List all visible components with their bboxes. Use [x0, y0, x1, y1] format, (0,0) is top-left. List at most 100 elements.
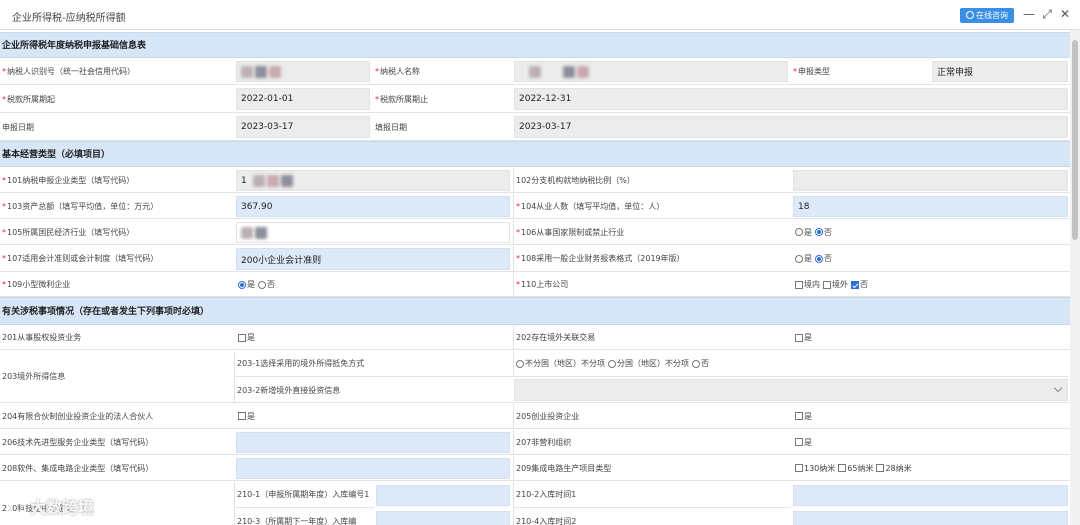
row-204: 204有限合伙制创业投资企业的法人合伙人 是 205创业投资企业 是	[0, 404, 1070, 429]
section-tax-matters-title: 有关涉税事项情况（存在或者发生下列事项时必填）	[0, 297, 1070, 325]
f106-no-option[interactable]: 否	[815, 227, 832, 238]
f206-label: 206技术先进型服务企业类型（填写代码）	[2, 437, 154, 447]
period-start-field[interactable]: 2022-01-01	[236, 88, 370, 110]
f110-domestic-option[interactable]: 境内	[795, 279, 820, 290]
f205-label: 205创业投资企业	[513, 404, 791, 428]
checkbox-icon	[795, 464, 803, 472]
f104-field[interactable]: 18	[793, 196, 1068, 217]
f210-3-field[interactable]	[376, 511, 510, 525]
radio-icon	[516, 359, 524, 368]
declare-type-label: 申报类型	[798, 67, 830, 76]
form-content: 企业所得税年度纳税申报基础信息表 * 纳税人识别号（统一社会信用代码） * 纳税人名…	[0, 30, 1070, 525]
fill-date-label: 填报日期	[375, 122, 407, 132]
row-206: 206技术先进型服务企业类型（填写代码） 207非营利组织 是	[0, 430, 1070, 455]
row-109: * 109小型微利企业 是 否 * 110上市公司 境内 境外 否	[0, 273, 1070, 297]
f110-options: 境内 境外 否	[793, 273, 1068, 296]
checkbox-icon	[238, 412, 246, 420]
row-taxpayer: * 纳税人识别号（统一社会信用代码） * 纳税人名称 * 申报类型 正常申报	[0, 59, 1070, 85]
f208-label: 208软件、集成电路企业类型（填写代码）	[2, 463, 154, 473]
f209-options: 130纳米 65纳米 28纳米	[793, 456, 1068, 480]
f107-field[interactable]: 200小企业会计准则	[236, 248, 510, 270]
radio-icon	[692, 359, 700, 368]
taxpayer-id-field[interactable]	[236, 61, 370, 82]
f108-label: 108采用一般企业财务报表格式（2019年版）	[521, 254, 685, 263]
f210-4-label: 210-4入库时间2	[513, 508, 791, 525]
f210-2-field[interactable]	[793, 485, 1068, 506]
radio-icon	[258, 280, 266, 289]
scrollbar-thumb[interactable]	[1072, 40, 1078, 240]
f102-field[interactable]	[793, 170, 1068, 191]
watermark-logo-icon	[8, 500, 26, 516]
taxpayer-id-label: 纳税人识别号（统一社会信用代码）	[7, 67, 135, 76]
headset-icon	[966, 11, 974, 19]
taxpayer-name-field[interactable]	[514, 61, 788, 82]
declare-date-label: 申报日期	[2, 122, 34, 132]
checkbox-icon	[876, 464, 885, 472]
row-203: 203境外所得信息 203-1选择采用的境外所得抵免方式 不分国（地区）不分项 …	[0, 351, 1070, 403]
declare-type-field[interactable]: 正常申报	[932, 61, 1068, 82]
f204-yes-option[interactable]: 是	[238, 411, 255, 422]
f209-opt2[interactable]: 65纳米	[838, 463, 873, 474]
window-title: 企业所得税-应纳税所得额	[12, 13, 126, 24]
row-103: * 103资产总额（填写平均值，单位：万元） 367.90 * 104从业人数（填写…	[0, 194, 1070, 219]
watermark: 大数跨境	[8, 494, 94, 518]
row-105: * 105所属国民经济行业（填写代码） * 106从事国家限制或禁止行业 是 否	[0, 220, 1070, 245]
f210-2-label: 210-2入库时间1	[513, 482, 791, 508]
f104-label: 104从业人数（填写平均值，单位：人）	[521, 201, 665, 211]
f110-overseas-option[interactable]: 境外	[823, 279, 848, 290]
f103-field[interactable]: 367.90	[236, 196, 510, 217]
f205-yes-option[interactable]: 是	[795, 411, 812, 422]
minimize-icon[interactable]: —	[1022, 6, 1036, 22]
close-icon[interactable]: ✕	[1058, 6, 1072, 22]
f106-label: 106从事国家限制或禁止行业	[521, 227, 625, 237]
f202-yes-option[interactable]: 是	[795, 332, 812, 343]
f210-1-label: 210-1（申报所属期年度）入库编号1	[234, 482, 374, 508]
f206-field[interactable]	[236, 432, 510, 453]
f210-4-field[interactable]	[793, 511, 1068, 525]
checkbox-icon	[795, 333, 803, 342]
period-start-label: 税款所属期起	[7, 94, 55, 104]
row-101: * 101纳税申报企业类型（填写代码） 1 102分支机构就地纳税比例（%）	[0, 168, 1070, 193]
f108-no-option[interactable]: 否	[815, 253, 832, 264]
f201-label: 201从事股权投资业务	[2, 333, 82, 342]
f110-label: 110上市公司	[521, 280, 569, 289]
row-201: 201从事股权投资业务 是 202存在境外关联交易 是	[0, 326, 1070, 350]
row-208: 208软件、集成电路企业类型（填写代码） 209集成电路生产项目类型 130纳米…	[0, 456, 1070, 481]
f105-field[interactable]	[236, 222, 510, 243]
online-consult-button[interactable]: 在线咨询	[960, 8, 1014, 23]
f202-label: 202存在境外关联交易	[513, 326, 791, 349]
f101-field[interactable]: 1	[236, 170, 510, 191]
row-dates: 申报日期 2023-03-17 填报日期 2023-03-17	[0, 114, 1070, 141]
f207-yes-option[interactable]: 是	[795, 437, 812, 448]
f108-yes-option[interactable]: 是	[795, 253, 812, 264]
f106-yes-option[interactable]: 是	[795, 227, 812, 238]
f209-opt1[interactable]: 130纳米	[795, 463, 835, 474]
radio-icon	[795, 228, 803, 236]
f109-no-option[interactable]: 否	[258, 279, 275, 290]
f203-1-opt1[interactable]: 不分国（地区）不分项	[516, 358, 605, 369]
f203-1-opt3[interactable]: 否	[692, 358, 709, 369]
radio-icon	[795, 254, 803, 263]
f208-field[interactable]	[236, 458, 510, 479]
declare-date-field[interactable]: 2023-03-17	[236, 116, 370, 138]
f108-options: 是 否	[793, 246, 1068, 271]
online-consult-label: 在线咨询	[976, 11, 1008, 20]
f209-label: 209集成电路生产项目类型	[513, 456, 791, 480]
vertical-scrollbar[interactable]	[1070, 30, 1080, 525]
f203-1-opt2[interactable]: 分国（地区）不分项	[608, 358, 689, 369]
checkbox-icon	[838, 464, 847, 472]
checkbox-icon	[795, 412, 803, 420]
f210-1-field[interactable]	[376, 485, 510, 506]
maximize-icon[interactable]: ⤢	[1040, 6, 1054, 22]
f201-yes-option[interactable]: 是	[238, 332, 255, 343]
f209-opt3[interactable]: 28纳米	[876, 463, 912, 474]
f204-label: 204有限合伙制创业投资企业的法人合伙人	[2, 411, 154, 421]
f110-no-option[interactable]: 否	[851, 279, 868, 290]
row-210: 210科技型中小企业 210-1（申报所属期年度）入库编号1 210-2入库时间…	[0, 482, 1070, 525]
checkbox-icon	[795, 280, 803, 289]
period-end-field[interactable]: 2022-12-31	[514, 88, 1068, 110]
f109-label: 109小型微利企业	[7, 280, 71, 289]
f109-yes-option[interactable]: 是	[238, 279, 255, 290]
f203-2-select[interactable]	[514, 379, 1068, 401]
fill-date-field[interactable]: 2023-03-17	[514, 116, 1068, 138]
